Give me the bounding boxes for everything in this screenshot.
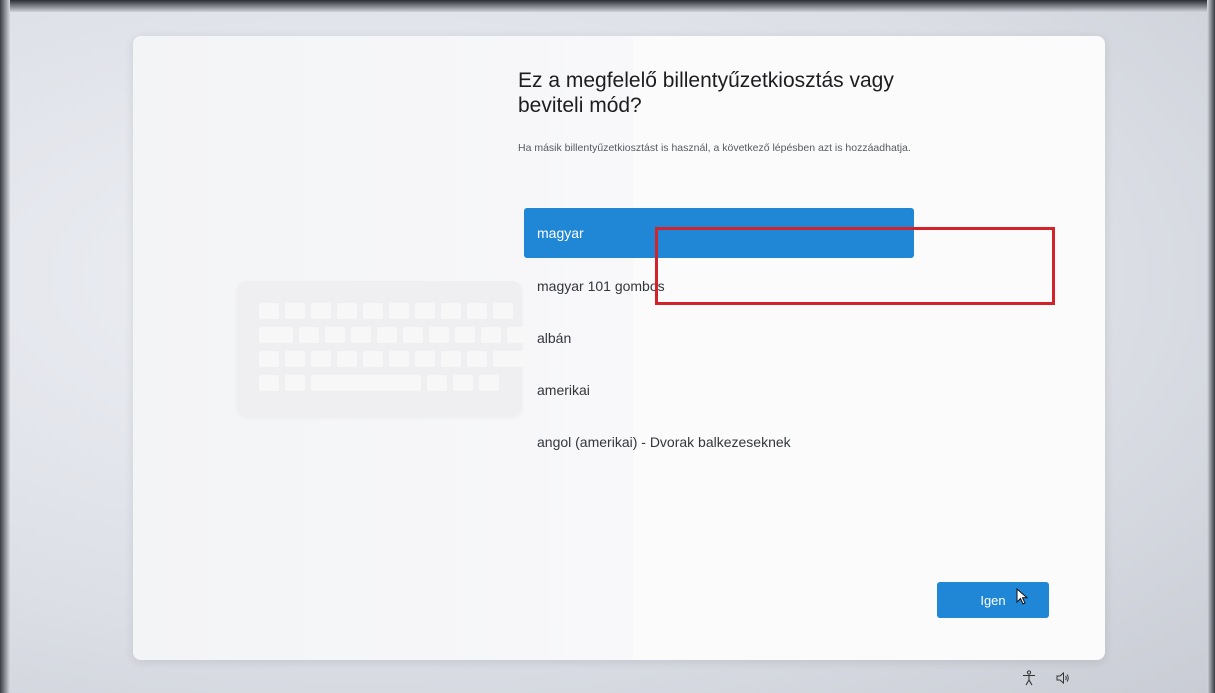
keyboard-illustration xyxy=(237,281,527,416)
page-title: Ez a megfelelő billentyűzetkiosztás vagy… xyxy=(518,69,894,117)
system-tray xyxy=(1021,670,1071,686)
speaker-icon[interactable] xyxy=(1055,670,1071,686)
screen-bezel-left xyxy=(0,0,10,693)
mouse-cursor-icon xyxy=(1016,588,1029,605)
page-subtitle: Ha másik billentyűzetkiosztást is haszná… xyxy=(518,142,911,154)
layout-option-alban[interactable]: albán xyxy=(524,312,914,364)
layout-option-amerikai[interactable]: amerikai xyxy=(524,364,914,416)
layout-option-magyar[interactable]: magyar xyxy=(524,208,914,258)
layout-option-partial[interactable] xyxy=(524,468,914,488)
keyboard-row xyxy=(259,375,499,391)
keyboard-row xyxy=(259,327,527,343)
screen-bezel-right xyxy=(1207,0,1215,693)
keyboard-layout-list[interactable]: magyar magyar 101 gombos albán amerikai … xyxy=(524,208,914,488)
accessibility-icon[interactable] xyxy=(1021,670,1037,686)
screen-bezel-top xyxy=(0,0,1215,12)
layout-option-dvorak-left[interactable]: angol (amerikai) - Dvorak balkezeseknek xyxy=(524,416,914,468)
keyboard-row xyxy=(259,303,513,319)
igen-button[interactable]: Igen xyxy=(937,582,1049,618)
keyboard-row xyxy=(259,351,527,367)
layout-option-magyar-101[interactable]: magyar 101 gombos xyxy=(524,260,914,312)
